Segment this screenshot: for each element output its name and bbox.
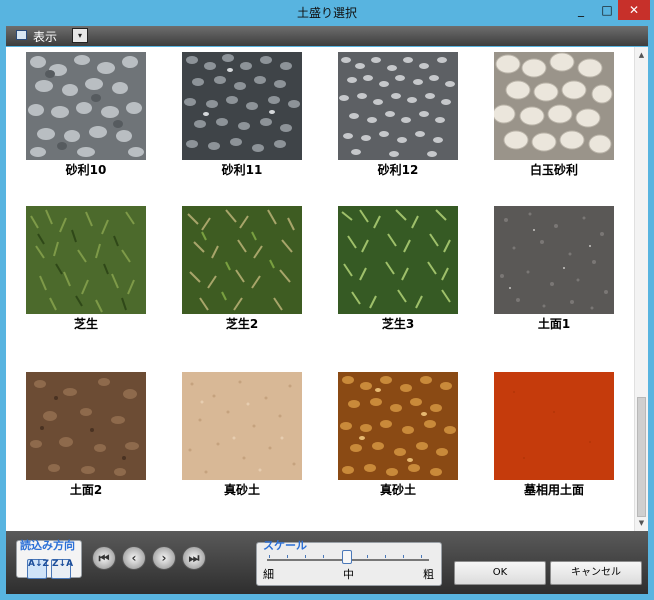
texture-swatch-gravel-fine bbox=[338, 52, 458, 160]
texture-tile[interactable]: 真砂土 bbox=[172, 372, 312, 504]
texture-swatch-brown-soil bbox=[26, 372, 146, 480]
texture-label: 墓相用土面 bbox=[523, 483, 584, 497]
texture-label: 砂利12 bbox=[377, 163, 419, 177]
next-page-button[interactable]: › bbox=[152, 546, 176, 570]
texture-swatch-grass-bright bbox=[338, 206, 458, 314]
texture-tile[interactable]: 砂利12 bbox=[328, 52, 468, 184]
scale-slider-thumb[interactable] bbox=[342, 550, 352, 564]
scale-medium-label: 中 bbox=[343, 568, 354, 581]
texture-tile[interactable]: 墓相用土面 bbox=[484, 372, 624, 504]
last-page-button[interactable]: ⏭ bbox=[182, 546, 206, 570]
texture-swatch-gray-soil bbox=[494, 206, 614, 314]
texture-label: 砂利11 bbox=[221, 163, 263, 177]
texture-tile[interactable]: 芝生2 bbox=[172, 206, 312, 338]
vertical-scrollbar[interactable]: ▲ ▼ bbox=[634, 47, 648, 531]
ok-button[interactable]: OK bbox=[454, 561, 546, 585]
view-menu[interactable]: 表示 bbox=[33, 28, 57, 45]
minimize-button[interactable]: _ bbox=[568, 0, 594, 20]
texture-label: 真砂土 bbox=[223, 483, 260, 497]
texture-label: 白玉砂利 bbox=[529, 163, 578, 177]
scrollbar-thumb[interactable] bbox=[637, 397, 646, 517]
texture-swatch-gravel-gray bbox=[26, 52, 146, 160]
texture-tile[interactable]: 砂利10 bbox=[16, 52, 156, 184]
texture-label: 砂利10 bbox=[65, 163, 107, 177]
maximize-button[interactable]: □ bbox=[594, 0, 620, 20]
texture-tile[interactable]: 砂利11 bbox=[172, 52, 312, 184]
scale-coarse-label: 粗 bbox=[423, 568, 434, 581]
scale-tick bbox=[269, 555, 270, 558]
texture-label: 土面2 bbox=[69, 483, 103, 497]
scale-fine-label: 細 bbox=[263, 568, 274, 581]
scale-tick bbox=[367, 555, 368, 558]
scale-tick bbox=[323, 555, 324, 558]
texture-label: 土面1 bbox=[537, 317, 571, 331]
texture-label: 芝生3 bbox=[381, 317, 415, 331]
close-button[interactable]: ✕ bbox=[618, 0, 650, 20]
texture-tile[interactable]: 土面2 bbox=[16, 372, 156, 504]
scroll-down-arrow-icon[interactable]: ▼ bbox=[635, 517, 648, 529]
dialog-window: 土盛り選択 _ □ ✕ 表示 ▾ 砂利10 砂利11 砂利12 白玉砂利 芝生 … bbox=[0, 0, 654, 600]
texture-label: 芝生 bbox=[73, 317, 98, 331]
scroll-up-arrow-icon[interactable]: ▲ bbox=[635, 49, 648, 61]
texture-tile[interactable]: 芝生 bbox=[16, 206, 156, 338]
texture-tile[interactable]: 土面1 bbox=[484, 206, 624, 338]
title-bar[interactable]: 土盛り選択 _ □ ✕ bbox=[0, 0, 654, 26]
view-dropdown-button[interactable]: ▾ bbox=[72, 28, 88, 43]
first-page-button[interactable]: ⏮ bbox=[92, 546, 116, 570]
texture-list: 砂利10 砂利11 砂利12 白玉砂利 芝生 芝生2 芝生3 土面1 土面2 真… bbox=[6, 47, 634, 531]
texture-swatch-red-soil bbox=[494, 372, 614, 480]
scale-tick bbox=[385, 555, 386, 558]
sort-direction-label: 読込み方向 bbox=[20, 539, 75, 552]
scale-tick bbox=[421, 555, 422, 558]
texture-tile[interactable]: 真砂土 bbox=[328, 372, 468, 504]
texture-label: 芝生2 bbox=[225, 317, 259, 331]
texture-swatch-orange-gravel bbox=[338, 372, 458, 480]
sort-direction-group: 読込み方向 A↓Z Z↓A bbox=[16, 539, 82, 579]
texture-swatch-grass-dry bbox=[182, 206, 302, 314]
scale-group: スケール 細 中 粗 bbox=[256, 539, 442, 586]
scale-tick bbox=[403, 555, 404, 558]
previous-page-button[interactable]: ‹ bbox=[122, 546, 146, 570]
view-icon bbox=[16, 30, 27, 40]
cancel-button[interactable]: キャンセル bbox=[550, 561, 642, 585]
texture-tile[interactable]: 白玉砂利 bbox=[484, 52, 624, 184]
texture-tile[interactable]: 芝生3 bbox=[328, 206, 468, 338]
scale-tick bbox=[305, 555, 306, 558]
texture-swatch-white-pebbles bbox=[494, 52, 614, 160]
window-title: 土盛り選択 bbox=[296, 6, 357, 20]
scale-tick bbox=[287, 555, 288, 558]
texture-swatch-grass bbox=[26, 206, 146, 314]
toolbar: 表示 ▾ bbox=[6, 26, 648, 46]
sort-descending-button[interactable]: Z↓A bbox=[51, 559, 73, 579]
texture-swatch-gravel-dark bbox=[182, 52, 302, 160]
scale-label: スケール bbox=[263, 539, 307, 552]
sort-ascending-button[interactable]: A↓Z bbox=[27, 559, 49, 579]
texture-label: 真砂土 bbox=[379, 483, 416, 497]
texture-swatch-beige-sand bbox=[182, 372, 302, 480]
texture-grid: 砂利10 砂利11 砂利12 白玉砂利 芝生 芝生2 芝生3 土面1 土面2 真… bbox=[6, 47, 634, 531]
